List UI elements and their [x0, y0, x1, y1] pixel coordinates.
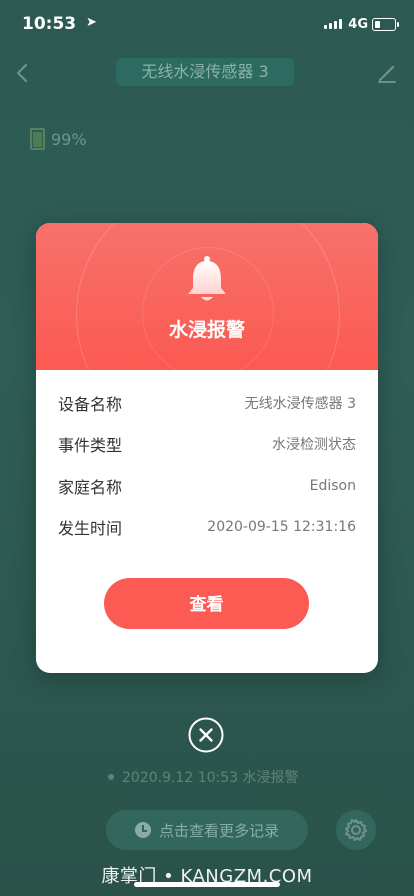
detail-label: 发生时间: [58, 519, 123, 539]
edit-icon[interactable]: [376, 62, 398, 84]
detail-row-time: 发生时间 2020-09-15 12:31:16: [58, 507, 356, 549]
page-title: 无线水浸传感器 3: [116, 58, 294, 86]
gear-icon[interactable]: [336, 810, 376, 850]
detail-value: 2020-09-15 12:31:16: [207, 519, 356, 536]
alert-details: 设备名称 无线水浸传感器 3 事件类型 水浸检测状态 家庭名称 Edison 发…: [36, 370, 378, 548]
close-icon[interactable]: [188, 717, 224, 753]
last-record-text: 2020.9.12 10:53 水浸报警: [122, 770, 299, 786]
clock-icon: [134, 822, 151, 838]
more-records-button[interactable]: 点击查看更多记录: [106, 810, 308, 850]
network-type: 4G: [348, 17, 368, 32]
back-icon[interactable]: [12, 62, 34, 84]
detail-row-home: 家庭名称 Edison: [58, 465, 356, 507]
battery-level-icon: [30, 128, 45, 150]
detail-label: 家庭名称: [58, 477, 123, 497]
view-button[interactable]: 查看: [104, 578, 309, 629]
signal-icon: [324, 19, 342, 29]
last-record: 2020.9.12 10:53 水浸报警: [108, 767, 299, 787]
status-time: 10:53: [22, 14, 77, 34]
detail-value: 水浸检测状态: [272, 437, 356, 454]
detail-value: 无线水浸传感器 3: [244, 395, 356, 412]
alert-dialog: 水浸报警 设备名称 无线水浸传感器 3 事件类型 水浸检测状态 家庭名称 Edi…: [36, 223, 378, 673]
battery-percent: 99%: [51, 129, 87, 149]
home-indicator[interactable]: [134, 882, 280, 887]
detail-label: 设备名称: [58, 394, 123, 414]
alert-header: 水浸报警: [36, 223, 378, 370]
bell-icon: [188, 256, 226, 301]
device-battery: 99%: [30, 128, 87, 150]
detail-row-event: 事件类型 水浸检测状态: [58, 424, 356, 466]
alert-title: 水浸报警: [168, 319, 245, 341]
record-dot: [108, 774, 114, 780]
battery-icon: [372, 18, 399, 31]
detail-row-device: 设备名称 无线水浸传感器 3: [58, 382, 356, 424]
more-records-label: 点击查看更多记录: [158, 821, 279, 840]
detail-value: Edison: [309, 477, 356, 494]
detail-label: 事件类型: [58, 436, 123, 456]
location-arrow-icon: ➤: [86, 15, 97, 30]
status-bar: 10:53 ➤ 4G: [0, 0, 414, 48]
